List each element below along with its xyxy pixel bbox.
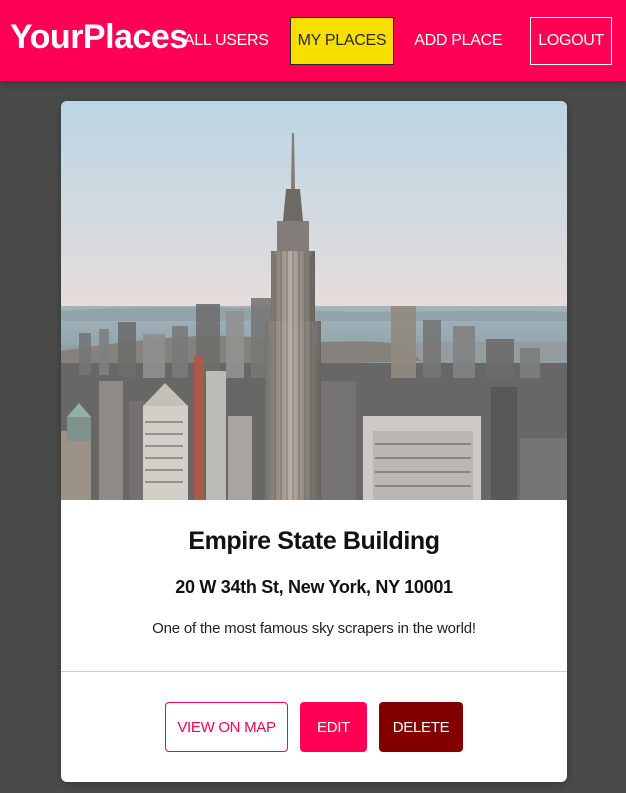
brand-logo[interactable]: YourPlaces [10, 18, 188, 57]
place-address: 20 W 34th St, New York, NY 10001 [175, 577, 453, 597]
place-description: One of the most famous sky scrapers in t… [152, 620, 476, 637]
place-actions: VIEW ON MAP EDIT DELETE [61, 672, 567, 782]
nav-all-users[interactable]: ALL USERS [176, 17, 277, 65]
main-navigation: ALL USERS MY PLACES ADD PLACE LOGOUT [164, 17, 612, 65]
place-image [61, 101, 567, 500]
main-header: YourPlaces ALL USERS MY PLACES ADD PLACE… [0, 0, 626, 81]
place-info: Empire State Building 20 W 34th St, New … [61, 500, 567, 671]
place-title: Empire State Building [188, 527, 440, 555]
logout-button[interactable]: LOGOUT [530, 17, 612, 65]
view-on-map-button[interactable]: VIEW ON MAP [165, 702, 288, 752]
delete-button[interactable]: DELETE [379, 702, 463, 752]
nav-add-place[interactable]: ADD PLACE [406, 17, 510, 65]
place-card: Empire State Building 20 W 34th St, New … [61, 101, 567, 782]
edit-button[interactable]: EDIT [300, 702, 367, 752]
nav-my-places[interactable]: MY PLACES [289, 17, 395, 65]
